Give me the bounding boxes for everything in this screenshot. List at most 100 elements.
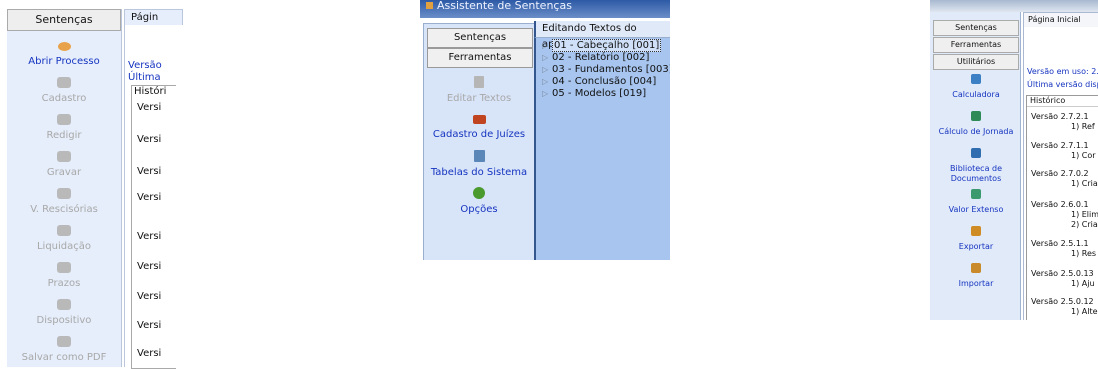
action-label: Tabelas do Sistema [430, 167, 528, 178]
latest-version-link[interactable]: Última versão disp [1027, 80, 1098, 90]
history-list: Histórico Versão 2.7.2.1 1) Ref Versão 2… [1026, 95, 1098, 320]
action-label: Prazos [47, 278, 81, 289]
tab-ferramentas[interactable]: Ferramentas [427, 48, 533, 68]
history-version: Versão 2.5.0.12 [1031, 297, 1094, 306]
tab-utilitarios[interactable]: Utilitários [933, 54, 1019, 70]
history-row: Versão 2.6.0.1 1) Elim 2) Cria [1031, 200, 1098, 230]
history-version: Versão 2.5.1.1 [1031, 239, 1089, 248]
action-label: Editar Textos [446, 93, 512, 104]
action-label: Liquidação [36, 241, 92, 252]
tab-sentencas[interactable]: Sentenças [7, 9, 121, 31]
expand-arrow-icon[interactable]: ▷ [542, 88, 548, 100]
exportar-button[interactable]: Exportar [931, 223, 1021, 260]
document-icon [474, 76, 484, 88]
action-label: Cálculo de Jornada [938, 127, 1014, 136]
pdf-icon [57, 336, 71, 347]
history-version: Versão 2.7.2.1 [1031, 112, 1089, 121]
history-list: Históri Versi Versi Versi Versi Versi Ve… [131, 85, 176, 369]
biblioteca-documentos-button[interactable]: Biblioteca de Documentos [931, 145, 1021, 186]
expand-arrow-icon[interactable]: ▷ [542, 64, 548, 76]
tab-pagina-inicial[interactable]: Págin [124, 9, 183, 25]
tree-item[interactable]: ▷ 02 - Relatório [002] [542, 52, 670, 64]
calculadora-button[interactable]: Calculadora [931, 71, 1021, 108]
gravar-button[interactable]: Gravar [7, 147, 121, 184]
history-item: 2) Cria [1071, 220, 1098, 229]
version-in-use-link[interactable]: Versão [128, 60, 162, 72]
tree-item-label: 01 - Cabeçalho [001] [552, 39, 662, 52]
text-tree: ▷ 01 - Cabeçalho [001] ▷ 02 - Relatório [0… [542, 39, 670, 100]
tab-sentencas[interactable]: Sentenças [427, 28, 533, 48]
import-icon [971, 263, 981, 273]
history-item: 1) Ref [1071, 122, 1095, 131]
history-row: Versi [137, 102, 162, 113]
history-row: Versi [137, 134, 162, 145]
document-edit-icon [57, 77, 71, 88]
opcoes-button[interactable]: Opções [424, 183, 534, 220]
history-row: Versão 2.5.0.13 1) Aju [1031, 269, 1095, 289]
action-list: Abrir Processo Cadastro Redigir Gravar V… [7, 36, 121, 369]
tree-item[interactable]: ▷ 04 - Conclusão [004] [542, 76, 670, 88]
tree-item-label: 03 - Fundamentos [003] [552, 64, 670, 75]
redigir-button[interactable]: Redigir [7, 110, 121, 147]
history-item: 1) Elim [1071, 210, 1098, 219]
cadastro-button[interactable]: Cadastro [7, 73, 121, 110]
tree-item[interactable]: ▷ 05 - Modelos [019] [542, 88, 670, 100]
v-rescisorias-button[interactable]: V. Rescisórias [7, 184, 121, 221]
action-label: Salvar como PDF [21, 352, 107, 363]
floppy-disk-icon [57, 151, 71, 162]
tree-item[interactable]: ▷ 03 - Fundamentos [003] [542, 64, 670, 76]
history-row: Versi [137, 320, 162, 331]
importar-button[interactable]: Importar [931, 260, 1021, 297]
dispositivo-button[interactable]: Dispositivo [7, 295, 121, 332]
tree-item[interactable]: ▷ 01 - Cabeçalho [001] [542, 39, 670, 52]
history-row: Versi [137, 261, 162, 272]
expand-arrow-icon[interactable]: ▷ [542, 40, 548, 52]
history-version: Versão 2.6.0.1 [1031, 200, 1089, 209]
assistente-window: Assistente de Sentenças Sentenças Ferram… [420, 0, 670, 260]
history-version: Versão 2.5.0.13 [1031, 269, 1094, 278]
tab-pagina-inicial[interactable]: Página Inicial [1023, 12, 1098, 27]
pencil-icon [57, 114, 71, 125]
action-label: Cadastro de Juízes [432, 129, 526, 140]
tabelas-sistema-button[interactable]: Tabelas do Sistema [424, 146, 534, 183]
window-titlebar: Assistente de Sentenças [420, 0, 670, 18]
window-title: Assistente de Sentenças [437, 0, 572, 12]
cadastro-juizes-button[interactable]: Cadastro de Juízes [424, 109, 534, 146]
editing-header: Editando Textos do aplicativo [534, 21, 670, 50]
sentencas-panel: Sentenças Abrir Processo Cadastro Redigi… [0, 0, 183, 369]
history-version: Versão 2.7.0.2 [1031, 169, 1089, 178]
money-icon [57, 225, 71, 236]
valor-extenso-button[interactable]: Valor Extenso [931, 186, 1021, 223]
editar-textos-button[interactable]: Editar Textos [424, 72, 534, 109]
history-row: Versi [137, 231, 162, 242]
tab-ferramentas[interactable]: Ferramentas [933, 37, 1019, 53]
action-label: Abrir Processo [28, 56, 100, 67]
latest-version-link[interactable]: Última [128, 72, 161, 84]
abrir-processo-button[interactable]: Abrir Processo [7, 36, 121, 73]
expand-arrow-icon[interactable]: ▷ [542, 76, 548, 88]
action-list: Calculadora Cálculo de Jornada Bibliotec… [931, 71, 1021, 297]
tree-item-label: 04 - Conclusão [004] [552, 76, 657, 87]
version-in-use-link[interactable]: Versão em uso: 2. [1027, 67, 1098, 77]
tab-sentencas[interactable]: Sentenças [933, 20, 1019, 36]
history-row: Versi [137, 192, 162, 203]
app-icon [426, 2, 433, 9]
history-row: Versi [137, 348, 162, 359]
window-titlebar [930, 0, 1098, 12]
history-item: 1) Res [1071, 249, 1097, 258]
action-label: Redigir [46, 130, 82, 141]
utilitarios-panel: Sentenças Ferramentas Utilitários Calcul… [930, 0, 1098, 320]
history-row: Versão 2.7.1.1 1) Cor [1031, 141, 1096, 161]
expand-arrow-icon[interactable]: ▷ [542, 52, 548, 64]
clock-calc-icon [971, 111, 981, 121]
history-item: 1) Aju [1071, 279, 1095, 288]
calculo-jornada-button[interactable]: Cálculo de Jornada [931, 108, 1021, 145]
liquidacao-button[interactable]: Liquidação [7, 221, 121, 258]
history-version: Versão 2.7.1.1 [1031, 141, 1089, 150]
action-label: Exportar [958, 242, 994, 251]
action-label: Dispositivo [36, 315, 92, 326]
prazos-button[interactable]: Prazos [7, 258, 121, 295]
history-header: Históri [134, 86, 167, 97]
salvar-pdf-button[interactable]: Salvar como PDF [7, 332, 121, 369]
history-row: Versi [137, 166, 162, 177]
